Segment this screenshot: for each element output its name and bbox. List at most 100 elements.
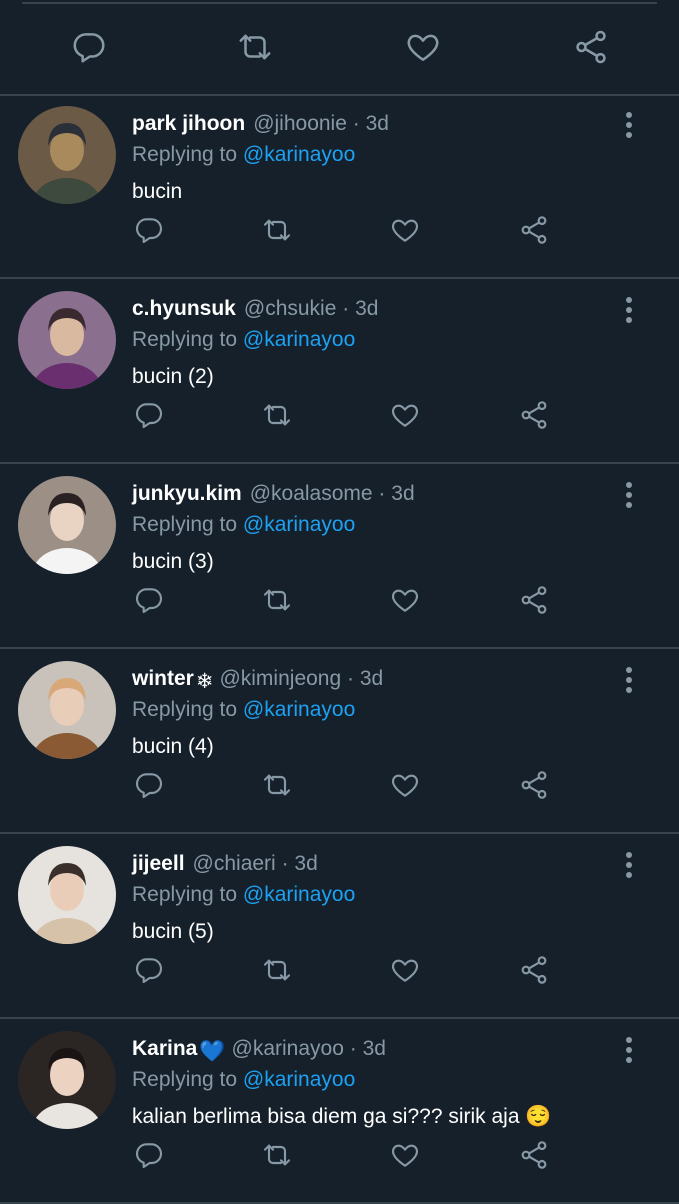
share-icon[interactable] <box>518 1139 550 1171</box>
tweet-header: c.hyunsuk @chsukie · 3d <box>132 295 609 323</box>
display-name[interactable]: c.hyunsuk <box>132 297 236 320</box>
avatar[interactable] <box>18 846 116 944</box>
reply-icon[interactable] <box>133 214 165 246</box>
like-icon[interactable] <box>389 954 421 986</box>
replying-to-label: Replying to <box>132 883 243 906</box>
reply-icon[interactable] <box>133 954 165 986</box>
user-handle[interactable]: @karinayoo <box>232 1037 344 1060</box>
more-icon[interactable] <box>621 482 637 508</box>
replying-to-mention[interactable]: @karinayoo <box>243 1068 355 1091</box>
reply-icon[interactable] <box>70 28 108 66</box>
tweet-header: jijeell @chiaeri · 3d <box>132 850 609 878</box>
like-icon[interactable] <box>404 28 442 66</box>
avatar[interactable] <box>18 1031 116 1129</box>
replying-to-line: Replying to @karinayoo <box>132 1066 355 1094</box>
tweet-text: bucin (3) <box>132 548 214 576</box>
tweet-text: bucin (2) <box>132 363 214 391</box>
timestamp[interactable]: 3d <box>391 482 414 505</box>
replying-to-line: Replying to @karinayoo <box>132 326 355 354</box>
separator-dot: · <box>347 667 355 690</box>
avatar[interactable] <box>18 661 116 759</box>
tweet-text-body: bucin (2) <box>132 365 214 388</box>
reply-tweet[interactable]: junkyu.kim @koalasome · 3d Replying to @k… <box>0 466 679 649</box>
retweet-icon[interactable] <box>261 399 293 431</box>
tweet-text-body: kalian berlima bisa diem ga si??? sirik … <box>132 1105 520 1128</box>
tweet-header: Karina💙 @karinayoo · 3d <box>132 1035 609 1066</box>
name-emoji: 💙 <box>199 1040 226 1063</box>
replying-to-label: Replying to <box>132 1068 243 1091</box>
user-handle[interactable]: @jihoonie <box>253 112 347 135</box>
avatar[interactable] <box>18 106 116 204</box>
retweet-icon[interactable] <box>261 769 293 801</box>
replying-to-label: Replying to <box>132 698 243 721</box>
tweet-text-body: bucin <box>132 180 183 203</box>
more-icon[interactable] <box>621 112 637 138</box>
replying-to-line: Replying to @karinayoo <box>132 881 355 909</box>
reply-tweet[interactable]: park jihoon @jihoonie · 3d Replying to @k… <box>0 96 679 279</box>
tweet-text: bucin (5) <box>132 918 214 946</box>
separator-dot: · <box>349 1037 357 1060</box>
replying-to-mention[interactable]: @karinayoo <box>243 143 355 166</box>
like-icon[interactable] <box>389 399 421 431</box>
retweet-icon[interactable] <box>261 1139 293 1171</box>
reply-tweet[interactable]: winter❄ @kiminjeong · 3d Replying to @kar… <box>0 651 679 834</box>
like-icon[interactable] <box>389 769 421 801</box>
replying-to-line: Replying to @karinayoo <box>132 511 355 539</box>
user-handle[interactable]: @koalasome <box>250 482 373 505</box>
like-icon[interactable] <box>389 584 421 616</box>
replying-to-mention[interactable]: @karinayoo <box>243 883 355 906</box>
more-icon[interactable] <box>621 667 637 693</box>
display-name[interactable]: jijeell <box>132 852 185 875</box>
like-icon[interactable] <box>389 214 421 246</box>
reply-icon[interactable] <box>133 399 165 431</box>
name-emoji: ❄ <box>195 670 214 693</box>
reply-tweet[interactable]: c.hyunsuk @chsukie · 3d Replying to @kari… <box>0 281 679 464</box>
tweet-text-emoji: 😌 <box>525 1105 552 1128</box>
like-icon[interactable] <box>389 1139 421 1171</box>
timestamp[interactable]: 3d <box>366 112 389 135</box>
user-handle[interactable]: @chiaeri <box>193 852 276 875</box>
display-name[interactable]: park jihoon <box>132 112 245 135</box>
display-name[interactable]: junkyu.kim <box>132 482 242 505</box>
tweet-text-body: bucin (3) <box>132 550 214 573</box>
user-handle[interactable]: @kiminjeong <box>219 667 341 690</box>
reply-tweet[interactable]: jijeell @chiaeri · 3d Replying to @karina… <box>0 836 679 1019</box>
user-handle[interactable]: @chsukie <box>244 297 337 320</box>
separator-dot: · <box>342 297 350 320</box>
reply-tweet[interactable]: Karina💙 @karinayoo · 3d Replying to @kari… <box>0 1021 679 1204</box>
avatar[interactable] <box>18 476 116 574</box>
retweet-icon[interactable] <box>261 214 293 246</box>
tweet-header: park jihoon @jihoonie · 3d <box>132 110 609 138</box>
tweet-text-body: bucin (5) <box>132 920 214 943</box>
more-icon[interactable] <box>621 1037 637 1063</box>
share-icon[interactable] <box>518 214 550 246</box>
separator-dot: · <box>378 482 386 505</box>
share-icon[interactable] <box>518 399 550 431</box>
timestamp[interactable]: 3d <box>363 1037 386 1060</box>
share-icon[interactable] <box>518 954 550 986</box>
replying-to-mention[interactable]: @karinayoo <box>243 698 355 721</box>
more-icon[interactable] <box>621 852 637 878</box>
replying-to-mention[interactable]: @karinayoo <box>243 513 355 536</box>
tweet-text-body: bucin (4) <box>132 735 214 758</box>
tweet-text: bucin <box>132 178 182 206</box>
display-name[interactable]: Karina <box>132 1037 197 1060</box>
share-icon[interactable] <box>518 769 550 801</box>
retweet-icon[interactable] <box>261 584 293 616</box>
timestamp[interactable]: 3d <box>294 852 317 875</box>
timestamp[interactable]: 3d <box>355 297 378 320</box>
share-icon[interactable] <box>572 28 610 66</box>
reply-icon[interactable] <box>133 769 165 801</box>
timestamp[interactable]: 3d <box>360 667 383 690</box>
replying-to-label: Replying to <box>132 143 243 166</box>
reply-icon[interactable] <box>133 1139 165 1171</box>
replying-to-mention[interactable]: @karinayoo <box>243 328 355 351</box>
display-name[interactable]: winter <box>132 667 194 690</box>
retweet-icon[interactable] <box>236 28 274 66</box>
avatar[interactable] <box>18 291 116 389</box>
tweet-header: junkyu.kim @koalasome · 3d <box>132 480 609 508</box>
more-icon[interactable] <box>621 297 637 323</box>
reply-icon[interactable] <box>133 584 165 616</box>
share-icon[interactable] <box>518 584 550 616</box>
retweet-icon[interactable] <box>261 954 293 986</box>
